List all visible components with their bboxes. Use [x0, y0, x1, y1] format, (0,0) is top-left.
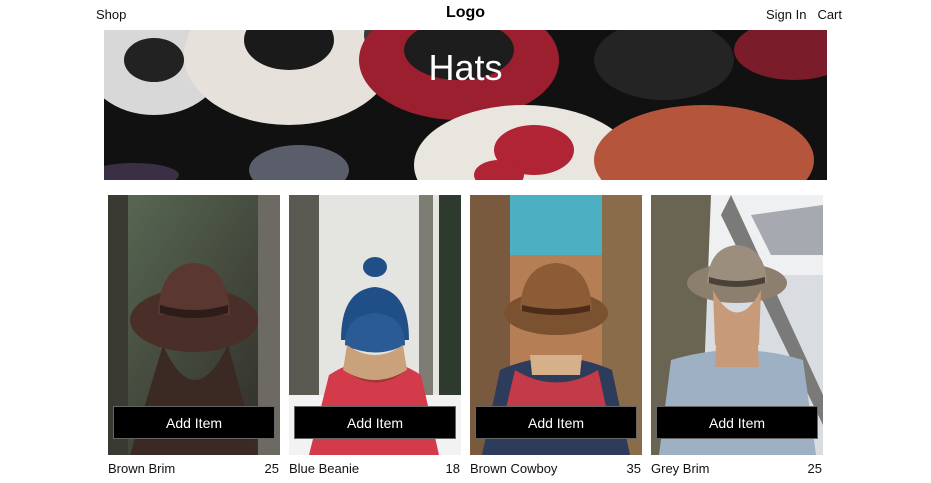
product-name: Grey Brim: [651, 461, 710, 476]
product-price: 18: [445, 461, 460, 476]
product-meta: Brown Brim 25: [108, 461, 280, 476]
category-hero-banner: Hats: [104, 30, 827, 180]
top-navbar: Shop Logo Sign In Cart: [0, 0, 931, 30]
add-item-button[interactable]: Add Item: [656, 406, 818, 439]
product-meta: Blue Beanie 18: [289, 461, 461, 476]
product-name: Brown Cowboy: [470, 461, 558, 476]
product-name: Brown Brim: [108, 461, 176, 476]
add-item-button[interactable]: Add Item: [475, 406, 637, 439]
nav-right-links: Sign In Cart: [766, 7, 842, 22]
product-price: 35: [626, 461, 641, 476]
nav-sign-in-link[interactable]: Sign In: [766, 7, 806, 22]
product-price: 25: [264, 461, 279, 476]
product-name: Blue Beanie: [289, 461, 360, 476]
product-card: Add Item Brown Cowboy 35: [470, 195, 642, 480]
add-item-button[interactable]: Add Item: [294, 406, 456, 439]
product-card: Add Item Grey Brim 25: [651, 195, 823, 480]
product-card: Add Item Blue Beanie 18: [289, 195, 461, 480]
product-meta: Grey Brim 25: [651, 461, 823, 476]
product-price: 25: [807, 461, 822, 476]
add-item-button[interactable]: Add Item: [113, 406, 275, 439]
nav-cart-link[interactable]: Cart: [817, 7, 842, 22]
product-grid: Add Item Brown Brim 25 Add Item Blue Bea…: [108, 195, 823, 483]
product-meta: Brown Cowboy 35: [470, 461, 642, 476]
product-card: Add Item Brown Brim 25: [108, 195, 280, 480]
category-title: Hats: [428, 47, 503, 88]
nav-shop-link[interactable]: Shop: [96, 7, 126, 22]
